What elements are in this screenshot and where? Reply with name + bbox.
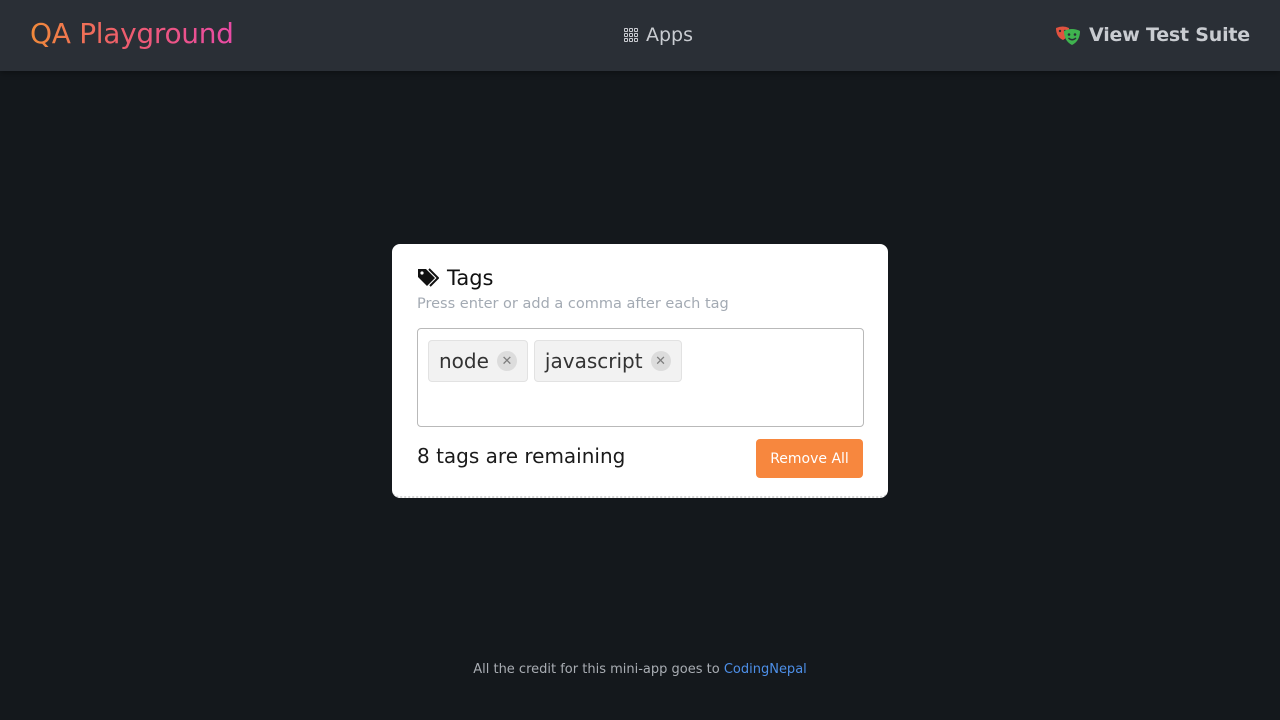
- card-title: Tags: [417, 264, 494, 292]
- tag-hint: Press enter or add a comma after each ta…: [417, 296, 729, 312]
- tags-icon: [418, 268, 439, 287]
- theater-masks-icon: [1056, 26, 1081, 45]
- tags-card: Tags Press enter or add a comma after ea…: [392, 244, 888, 498]
- apps-link[interactable]: Apps: [624, 22, 693, 48]
- tags-remaining-text: 8 tags are remaining: [417, 444, 626, 468]
- credit-text: All the credit for this mini-app goes to: [473, 662, 720, 677]
- tag-chip: javascript ✕: [533, 340, 682, 382]
- apps-label: Apps: [646, 24, 694, 46]
- tag-text-input[interactable]: [687, 340, 853, 382]
- view-test-suite-label: View Test Suite: [1089, 24, 1250, 46]
- navbar: QA Playground Apps View Test Suite: [0, 0, 1280, 71]
- close-icon[interactable]: ✕: [650, 351, 671, 371]
- remove-all-button[interactable]: Remove All: [756, 439, 863, 478]
- tag-input-box[interactable]: node ✕ javascript ✕: [417, 328, 864, 427]
- brand-logo[interactable]: QA Playground: [30, 17, 234, 50]
- grid-icon: [624, 28, 638, 42]
- tag-chip: node ✕: [428, 340, 528, 382]
- view-test-suite-link[interactable]: View Test Suite: [1055, 21, 1250, 49]
- card-title-text: Tags: [447, 266, 494, 290]
- tag-label: node: [439, 349, 489, 373]
- credit-link[interactable]: CodingNepal: [724, 662, 807, 677]
- close-icon[interactable]: ✕: [496, 351, 517, 371]
- tag-label: javascript: [544, 349, 643, 373]
- footer-credit: All the credit for this mini-app goes to…: [0, 662, 1280, 677]
